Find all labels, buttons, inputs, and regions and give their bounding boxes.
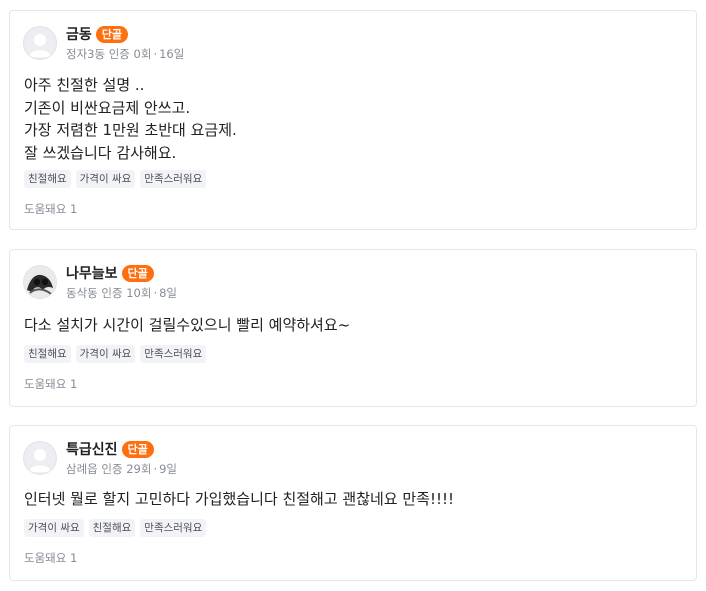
profile-photo [24, 266, 56, 298]
helpful-button[interactable]: 도움돼요 1 [24, 201, 77, 217]
review-line: 인터넷 뭘로 할지 고민하다 가입했습니다 친절해고 괜찮네요 만족!!!! [24, 490, 455, 508]
avatar[interactable] [23, 26, 57, 60]
review-time: 8일 [159, 286, 177, 300]
author-name[interactable]: 금동 [66, 24, 92, 44]
review-card: 특급신진 단골 삼례읍 인증 29회 · 9일 인터넷 뭘로 할지 고민하다 가입했… [9, 425, 697, 581]
review-line: 잘 쓰겠습니다 감사해요. [24, 143, 177, 162]
review-text: 다소 설치가 시간이 걸릴수있으니 빨리 예약하셔요~ [24, 314, 350, 337]
review-meta: 동삭동 인증 10회 · 8일 [66, 286, 177, 300]
avatar[interactable] [23, 265, 57, 299]
tag: 친절해요 [88, 519, 136, 537]
tag: 만족스러워요 [140, 519, 207, 537]
regular-badge: 단골 [121, 440, 154, 458]
review-line: 가장 저렴한 1만원 초반대 요금제. [24, 121, 237, 139]
review-tags: 가격이 싸요 친절해요 만족스러워요 [24, 519, 207, 537]
author-location: 동삭동 인증 10회 [66, 286, 152, 300]
review-text: 아주 친절한 설명 .. 기존이 비싼요금제 안쓰고. 가장 저렴한 1만원 초… [24, 74, 237, 164]
author-location: 삼례읍 인증 29회 [66, 462, 152, 476]
review-line: 기존이 비싼요금제 안쓰고. [24, 98, 191, 117]
review-line: 아주 친절한 설명 .. [24, 76, 145, 94]
review-meta: 삼례읍 인증 29회 · 9일 [66, 462, 177, 476]
review-line: 다소 설치가 시간이 걸릴수있으니 빨리 예약하셔요~ [24, 316, 351, 334]
review-time: 16일 [159, 47, 185, 61]
tag: 가격이 싸요 [75, 345, 136, 363]
helpful-button[interactable]: 도움돼요 1 [24, 550, 77, 566]
review-time: 9일 [159, 462, 177, 476]
author-row: 특급신진 단골 [66, 439, 154, 459]
author-name[interactable]: 특급신진 [66, 439, 118, 459]
regular-badge: 단골 [121, 264, 154, 282]
avatar[interactable] [23, 441, 57, 475]
tag: 가격이 싸요 [75, 170, 136, 188]
author-row: 나무늘보 단골 [66, 263, 154, 283]
tag: 만족스러워요 [140, 345, 207, 363]
review-tags: 친절해요 가격이 싸요 만족스러워요 [24, 345, 207, 363]
user-silhouette-icon [29, 449, 51, 472]
regular-badge: 단골 [95, 25, 129, 43]
tag: 만족스러워요 [140, 170, 207, 188]
review-text: 인터넷 뭘로 할지 고민하다 가입했습니다 친절해고 괜찮네요 만족!!!! [24, 488, 454, 511]
review-card: 금동 단골 정자3동 인증 0회 · 16일 아주 친절한 설명 .. 기존이 비싼… [9, 10, 697, 230]
review-meta: 정자3동 인증 0회 · 16일 [66, 47, 185, 61]
user-silhouette-icon [29, 34, 51, 57]
tag: 친절해요 [24, 345, 71, 363]
review-tags: 친절해요 가격이 싸요 만족스러워요 [24, 170, 207, 188]
review-card: 나무늘보 단골 동삭동 인증 10회 · 8일 다소 설치가 시간이 걸릴수있으니 … [9, 249, 697, 407]
author-location: 정자3동 인증 0회 [66, 47, 152, 61]
tag: 친절해요 [24, 170, 71, 188]
author-name[interactable]: 나무늘보 [66, 263, 118, 283]
helpful-button[interactable]: 도움돼요 1 [24, 376, 77, 392]
author-row: 금동 단골 [66, 24, 129, 44]
tag: 가격이 싸요 [24, 519, 84, 537]
